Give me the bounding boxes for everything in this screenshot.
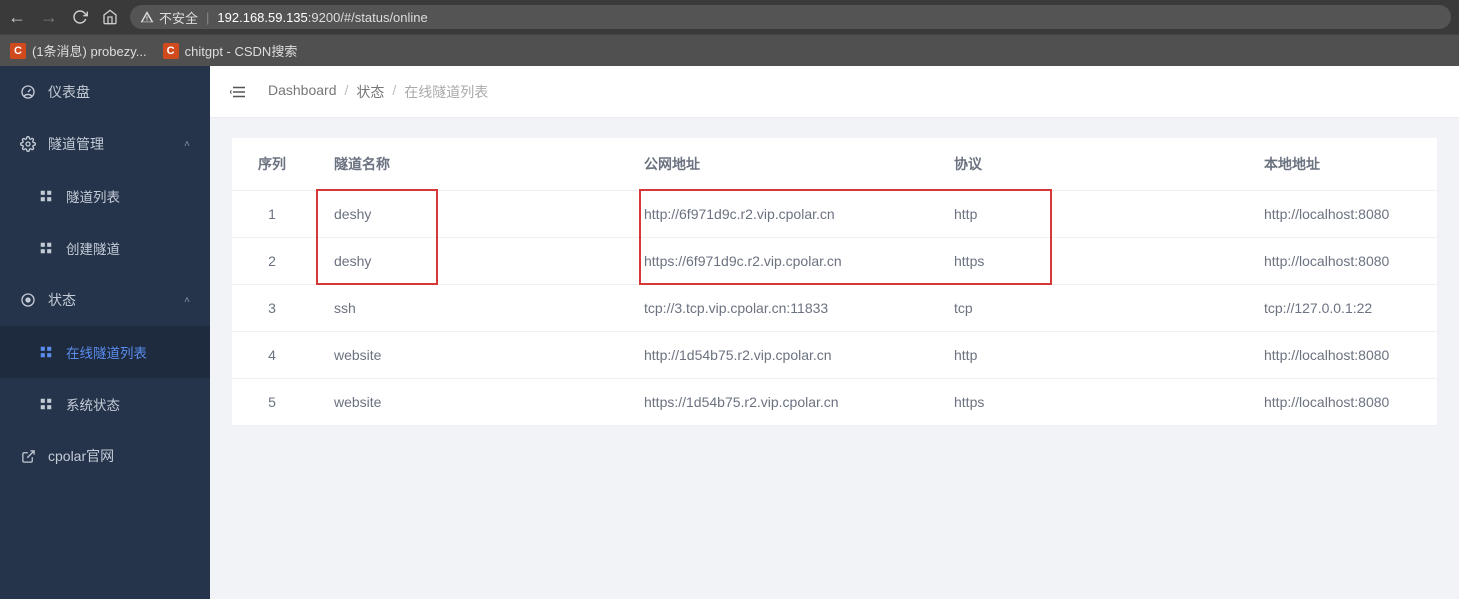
td-protocol: http bbox=[932, 191, 1242, 238]
td-protocol: http bbox=[932, 332, 1242, 379]
url-path: :9200/#/status/online bbox=[308, 10, 428, 25]
bookmarks-bar: C (1条消息) probezy... C chitgpt - CSDN搜索 bbox=[0, 34, 1459, 66]
table-row: 4websitehttp://1d54b75.r2.vip.cpolar.cnh… bbox=[232, 332, 1437, 379]
breadcrumb-sep: / bbox=[392, 82, 396, 102]
table-header-row: 序列 隧道名称 公网地址 协议 本地地址 bbox=[232, 138, 1437, 191]
sidebar-item-dashboard[interactable]: 仪表盘 bbox=[0, 66, 210, 118]
sidebar-item-online-list[interactable]: 在线隧道列表 bbox=[0, 326, 210, 378]
table-wrapper: 序列 隧道名称 公网地址 协议 本地地址 1deshyhttp://6f971d… bbox=[232, 138, 1437, 426]
th-name: 隧道名称 bbox=[312, 138, 622, 191]
breadcrumb-status[interactable]: 状态 bbox=[356, 82, 384, 102]
bookmark-item[interactable]: C (1条消息) probezy... bbox=[10, 41, 147, 60]
td-public_addr: http://6f971d9c.r2.vip.cpolar.cn bbox=[622, 191, 932, 238]
td-name: website bbox=[312, 379, 622, 426]
td-protocol: tcp bbox=[932, 285, 1242, 332]
td-protocol: https bbox=[932, 238, 1242, 285]
nav-controls: ← → bbox=[8, 8, 118, 26]
breadcrumb-dashboard[interactable]: Dashboard bbox=[268, 82, 337, 102]
address-bar[interactable]: 不安全 | 192.168.59.135:9200/#/status/onlin… bbox=[130, 5, 1451, 29]
status-icon bbox=[20, 292, 36, 308]
sidebar-label: 创建隧道 bbox=[66, 238, 120, 258]
content-body: 序列 隧道名称 公网地址 协议 本地地址 1deshyhttp://6f971d… bbox=[210, 118, 1459, 446]
refresh-button[interactable] bbox=[72, 9, 88, 25]
insecure-badge: 不安全 bbox=[140, 8, 198, 27]
table-row: 1deshyhttp://6f971d9c.r2.vip.cpolar.cnht… bbox=[232, 191, 1437, 238]
td-name: deshy bbox=[312, 191, 622, 238]
bookmark-favicon: C bbox=[10, 43, 26, 59]
sidebar-label: cpolar官网 bbox=[48, 446, 114, 466]
bookmark-item[interactable]: C chitgpt - CSDN搜索 bbox=[163, 41, 298, 60]
toggle-sidebar-button[interactable] bbox=[230, 83, 248, 101]
sidebar-section-tunnel-mgmt[interactable]: 隧道管理 ˄ bbox=[0, 118, 210, 170]
grid-icon bbox=[38, 241, 54, 255]
sidebar-item-official-site[interactable]: cpolar官网 bbox=[0, 430, 210, 482]
warning-icon bbox=[140, 10, 154, 24]
sidebar-section-status[interactable]: 状态 ˄ bbox=[0, 274, 210, 326]
sidebar: 仪表盘 隧道管理 ˄ 隧道列表 创建隧道 bbox=[0, 66, 210, 599]
breadcrumb-sep: / bbox=[345, 82, 349, 102]
td-local_addr: tcp://127.0.0.1:22 bbox=[1242, 285, 1437, 332]
back-button[interactable]: ← bbox=[8, 8, 26, 26]
sidebar-label: 状态 bbox=[48, 290, 76, 310]
bookmark-label: (1条消息) probezy... bbox=[32, 41, 147, 60]
td-seq: 5 bbox=[232, 379, 312, 426]
url-host: 192.168.59.135 bbox=[217, 10, 307, 25]
table-row: 5websitehttps://1d54b75.r2.vip.cpolar.cn… bbox=[232, 379, 1437, 426]
chevron-up-icon: ˄ bbox=[184, 139, 190, 150]
table-row: 3sshtcp://3.tcp.vip.cpolar.cn:11833tcptc… bbox=[232, 285, 1437, 332]
content-header: Dashboard / 状态 / 在线隧道列表 bbox=[210, 66, 1459, 118]
td-public_addr: tcp://3.tcp.vip.cpolar.cn:11833 bbox=[622, 285, 932, 332]
td-public_addr: http://1d54b75.r2.vip.cpolar.cn bbox=[622, 332, 932, 379]
url-text: 192.168.59.135:9200/#/status/online bbox=[217, 10, 427, 25]
tunnel-table: 序列 隧道名称 公网地址 协议 本地地址 1deshyhttp://6f971d… bbox=[232, 138, 1437, 426]
td-local_addr: http://localhost:8080 bbox=[1242, 238, 1437, 285]
td-public_addr: https://6f971d9c.r2.vip.cpolar.cn bbox=[622, 238, 932, 285]
insecure-label: 不安全 bbox=[159, 8, 198, 27]
sidebar-label: 系统状态 bbox=[66, 394, 120, 414]
td-local_addr: http://localhost:8080 bbox=[1242, 332, 1437, 379]
td-name: website bbox=[312, 332, 622, 379]
app-container: 仪表盘 隧道管理 ˄ 隧道列表 创建隧道 bbox=[0, 66, 1459, 599]
bookmark-label: chitgpt - CSDN搜索 bbox=[185, 41, 298, 60]
td-seq: 3 bbox=[232, 285, 312, 332]
sidebar-item-system-status[interactable]: 系统状态 bbox=[0, 378, 210, 430]
dashboard-icon bbox=[20, 84, 36, 100]
breadcrumb-current: 在线隧道列表 bbox=[404, 82, 488, 102]
external-link-icon bbox=[20, 449, 36, 464]
sidebar-label: 在线隧道列表 bbox=[66, 342, 147, 362]
th-protocol: 协议 bbox=[932, 138, 1242, 191]
sidebar-label: 隧道列表 bbox=[66, 186, 120, 206]
td-name: ssh bbox=[312, 285, 622, 332]
content-area: Dashboard / 状态 / 在线隧道列表 序列 隧道名称 公网地址 协议 bbox=[210, 66, 1459, 599]
th-seq: 序列 bbox=[232, 138, 312, 191]
url-divider: | bbox=[206, 10, 209, 25]
home-button[interactable] bbox=[102, 9, 118, 25]
td-seq: 1 bbox=[232, 191, 312, 238]
table-row: 2deshyhttps://6f971d9c.r2.vip.cpolar.cnh… bbox=[232, 238, 1437, 285]
td-public_addr: https://1d54b75.r2.vip.cpolar.cn bbox=[622, 379, 932, 426]
td-seq: 4 bbox=[232, 332, 312, 379]
td-protocol: https bbox=[932, 379, 1242, 426]
td-local_addr: http://localhost:8080 bbox=[1242, 191, 1437, 238]
breadcrumbs: Dashboard / 状态 / 在线隧道列表 bbox=[268, 82, 488, 102]
th-public-addr: 公网地址 bbox=[622, 138, 932, 191]
grid-icon bbox=[38, 345, 54, 359]
chevron-up-icon: ˄ bbox=[184, 295, 190, 306]
grid-icon bbox=[38, 397, 54, 411]
browser-toolbar: ← → 不安全 | 192.168.59.135:9200/#/status/o… bbox=[0, 0, 1459, 34]
th-local-addr: 本地地址 bbox=[1242, 138, 1437, 191]
td-seq: 2 bbox=[232, 238, 312, 285]
td-name: deshy bbox=[312, 238, 622, 285]
sidebar-item-tunnel-list[interactable]: 隧道列表 bbox=[0, 170, 210, 222]
gear-icon bbox=[20, 136, 36, 152]
grid-icon bbox=[38, 189, 54, 203]
sidebar-item-tunnel-create[interactable]: 创建隧道 bbox=[0, 222, 210, 274]
sidebar-label: 仪表盘 bbox=[48, 82, 90, 102]
bookmark-favicon: C bbox=[163, 43, 179, 59]
forward-button[interactable]: → bbox=[40, 8, 58, 26]
sidebar-label: 隧道管理 bbox=[48, 134, 104, 154]
td-local_addr: http://localhost:8080 bbox=[1242, 379, 1437, 426]
